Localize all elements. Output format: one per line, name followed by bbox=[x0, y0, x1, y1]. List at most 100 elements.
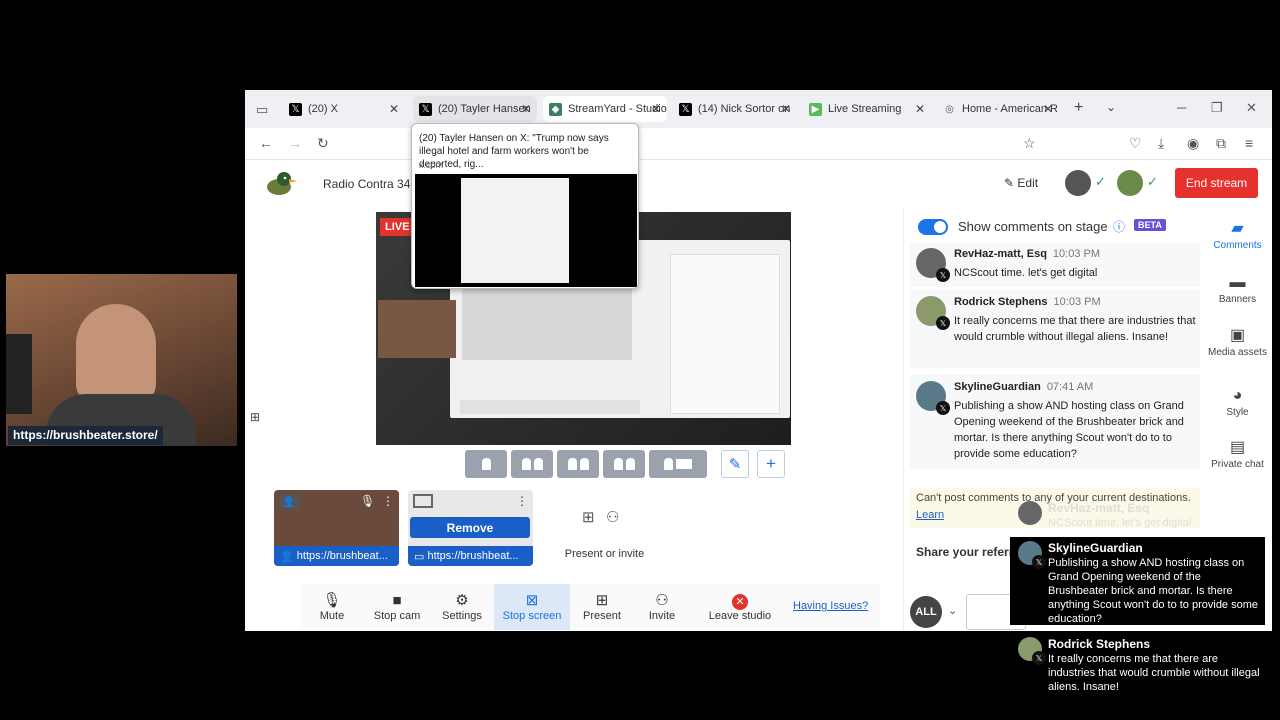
stop-cam-button[interactable]: ■ Stop cam bbox=[365, 584, 429, 630]
preview-thumbnail-content bbox=[461, 178, 569, 283]
edit-button[interactable]: ✎ Edit bbox=[1004, 176, 1038, 190]
studio-header: Radio Contra 34 ✎ Edit ✓ ✓ End stream bbox=[245, 160, 1272, 208]
back-icon[interactable]: ← bbox=[259, 135, 273, 151]
window-close-icon[interactable]: ✕ bbox=[1246, 100, 1257, 116]
layout-group-button[interactable] bbox=[511, 450, 553, 478]
comment-time: 10:03 PM bbox=[1053, 296, 1101, 308]
comment-author: RevHaz-matt, Esq 10:03 PM bbox=[954, 248, 1101, 260]
settings-button[interactable]: ⚙ Settings bbox=[433, 584, 491, 630]
leave-icon: ✕ bbox=[732, 592, 748, 610]
layout-solo-button[interactable] bbox=[465, 450, 507, 478]
reload-icon[interactable]: ↻ bbox=[317, 135, 329, 152]
grid-toggle-icon[interactable]: ⊞ bbox=[250, 410, 260, 424]
layout-side-button[interactable] bbox=[603, 450, 645, 478]
screen-share-icon: ⊠ bbox=[525, 592, 539, 609]
minimize-icon[interactable]: ─ bbox=[1177, 100, 1186, 115]
new-tab-icon[interactable]: + bbox=[1074, 99, 1083, 117]
help-icon[interactable]: ⓘ bbox=[1113, 218, 1125, 235]
duck-logo-icon bbox=[265, 170, 297, 198]
nav-comments[interactable]: ▰ Comments bbox=[1203, 218, 1272, 251]
overlay-comment-text: Publishing a show AND hosting class on G… bbox=[1048, 557, 1259, 625]
chevron-down-icon[interactable]: ⌄ bbox=[1106, 100, 1116, 114]
comment-text: It really concerns me that there are ind… bbox=[954, 315, 1196, 343]
tab-american-r[interactable]: ◎ Home - American R ✕ bbox=[937, 96, 1059, 122]
comment-item[interactable]: 𝕏 SkylineGuardian 07:41 AM Publishing a s… bbox=[910, 375, 1200, 469]
maximize-icon[interactable]: ❐ bbox=[1211, 100, 1223, 116]
bookmark-star-icon[interactable]: ☆ bbox=[1023, 135, 1036, 152]
invite-label: Invite bbox=[648, 610, 676, 622]
participant-card-camera[interactable]: 👤 🎙 ⋮ 👤 https://brushbeat... bbox=[274, 490, 399, 566]
nav-label: Style bbox=[1226, 407, 1249, 418]
present-or-invite-card[interactable]: ⊞ ⚇ Present or invite bbox=[542, 490, 667, 566]
tab-bar: ▭ 𝕏 (20) X ✕ 𝕏 (20) Tayler Hansen ✕ ◆ St… bbox=[245, 90, 1272, 128]
close-icon[interactable]: ✕ bbox=[915, 102, 925, 116]
participant-card-screen[interactable]: ⋮ Remove ▭ https://brushbeat... bbox=[408, 490, 533, 566]
invite-button[interactable]: ⚇ Invite bbox=[638, 584, 686, 630]
tab-x-home[interactable]: 𝕏 (20) X ✕ bbox=[283, 96, 405, 122]
x-logo-icon: 𝕏 bbox=[936, 316, 950, 330]
tab-streamyard[interactable]: ◆ StreamYard - Studio ✕ bbox=[543, 96, 667, 122]
show-comments-toggle[interactable] bbox=[918, 219, 948, 235]
close-icon[interactable]: ✕ bbox=[389, 102, 399, 116]
menu-icon[interactable]: ≡ bbox=[1245, 135, 1253, 151]
forward-icon[interactable]: → bbox=[288, 135, 302, 151]
settings-label: Settings bbox=[442, 610, 482, 622]
download-icon[interactable]: ⤓ bbox=[1158, 135, 1164, 152]
tab-title: (20) Tayler Hansen bbox=[438, 103, 531, 115]
close-icon[interactable]: ✕ bbox=[1043, 102, 1053, 116]
close-icon[interactable]: ✕ bbox=[781, 102, 791, 116]
close-icon[interactable]: ✕ bbox=[521, 102, 531, 116]
media-icon: ▣ bbox=[1229, 327, 1246, 344]
nav-label: Banners bbox=[1218, 294, 1257, 305]
pocket-icon[interactable]: ♡ bbox=[1129, 135, 1142, 152]
invite-icon: ⚇ bbox=[655, 592, 669, 609]
x-logo-icon: 𝕏 bbox=[1032, 555, 1046, 569]
end-stream-button[interactable]: End stream bbox=[1175, 168, 1258, 198]
add-layout-icon[interactable]: + bbox=[757, 450, 785, 478]
overlay-comment-text: NCScout time. let's get digital bbox=[1048, 517, 1192, 529]
tab-hover-preview: (20) Tayler Hansen on X: "Trump now says… bbox=[411, 123, 639, 289]
tab-nick-sortor[interactable]: 𝕏 (14) Nick Sortor on ✕ bbox=[673, 96, 797, 122]
chat-icon: ▤ bbox=[1229, 439, 1246, 456]
url-bar: ← → ↻ ☆ ♡ ⤓ ◉ ⧉ ≡ bbox=[245, 128, 1272, 160]
tab-live-streaming[interactable]: ▶ Live Streaming ✕ bbox=[803, 96, 931, 122]
nav-media-assets[interactable]: ▣ Media assets bbox=[1203, 325, 1272, 358]
mute-button[interactable]: 🎙 Mute bbox=[305, 584, 359, 630]
stop-screen-label: Stop screen bbox=[502, 610, 562, 622]
overlay-comment-author: SkylineGuardian bbox=[1048, 541, 1143, 555]
layout-screen-button[interactable] bbox=[649, 450, 707, 478]
comment-item[interactable]: 𝕏 RevHaz-matt, Esq 10:03 PM NCScout time.… bbox=[910, 243, 1200, 287]
leave-studio-button[interactable]: ✕ Leave studio bbox=[700, 584, 780, 630]
account-icon[interactable]: ◉ bbox=[1187, 135, 1199, 152]
layout-split-button[interactable] bbox=[557, 450, 599, 478]
close-icon[interactable]: ✕ bbox=[651, 102, 661, 116]
learn-more-link[interactable]: Learn bbox=[916, 509, 944, 521]
nav-label: Private chat bbox=[1211, 459, 1264, 470]
tab-overview-icon[interactable]: ▭ bbox=[256, 102, 268, 118]
comment-item[interactable]: 𝕏 Rodrick Stephens 10:03 PM It really con… bbox=[910, 290, 1200, 368]
tab-tayler-hansen[interactable]: 𝕏 (20) Tayler Hansen ✕ bbox=[413, 96, 537, 122]
stop-screen-button[interactable]: ⊠ Stop screen bbox=[494, 584, 570, 630]
destination-avatar[interactable] bbox=[1117, 170, 1143, 196]
present-button[interactable]: ⊞ Present bbox=[575, 584, 629, 630]
more-options-icon[interactable]: ⋮ bbox=[516, 494, 528, 508]
extensions-icon[interactable]: ⧉ bbox=[1216, 135, 1226, 152]
destination-filter-button[interactable]: ALL bbox=[910, 596, 942, 628]
nav-style[interactable]: ◕ Style bbox=[1203, 387, 1272, 418]
comment-author: SkylineGuardian 07:41 AM bbox=[954, 381, 1094, 393]
pencil-icon[interactable]: ✎ bbox=[721, 450, 749, 478]
broadcast-title[interactable]: Radio Contra 34 bbox=[323, 177, 410, 191]
destination-avatar[interactable] bbox=[1065, 170, 1091, 196]
streamer-face bbox=[76, 304, 156, 404]
having-issues-link[interactable]: Having Issues? bbox=[793, 600, 868, 612]
remove-button[interactable]: Remove bbox=[410, 517, 530, 538]
mic-icon[interactable]: 🎙 bbox=[360, 494, 375, 508]
more-options-icon[interactable]: ⋮ bbox=[382, 494, 394, 508]
tab-title: Live Streaming bbox=[828, 103, 902, 115]
nav-private-chat[interactable]: ▤ Private chat bbox=[1203, 437, 1272, 470]
card-label-text: https://brushbeat... bbox=[296, 550, 388, 562]
x-logo-icon: 𝕏 bbox=[289, 102, 302, 116]
nav-label: Comments bbox=[1213, 240, 1262, 251]
chevron-down-icon[interactable]: ⌄ bbox=[948, 604, 957, 617]
nav-banners[interactable]: ▬ Banners bbox=[1203, 274, 1272, 305]
